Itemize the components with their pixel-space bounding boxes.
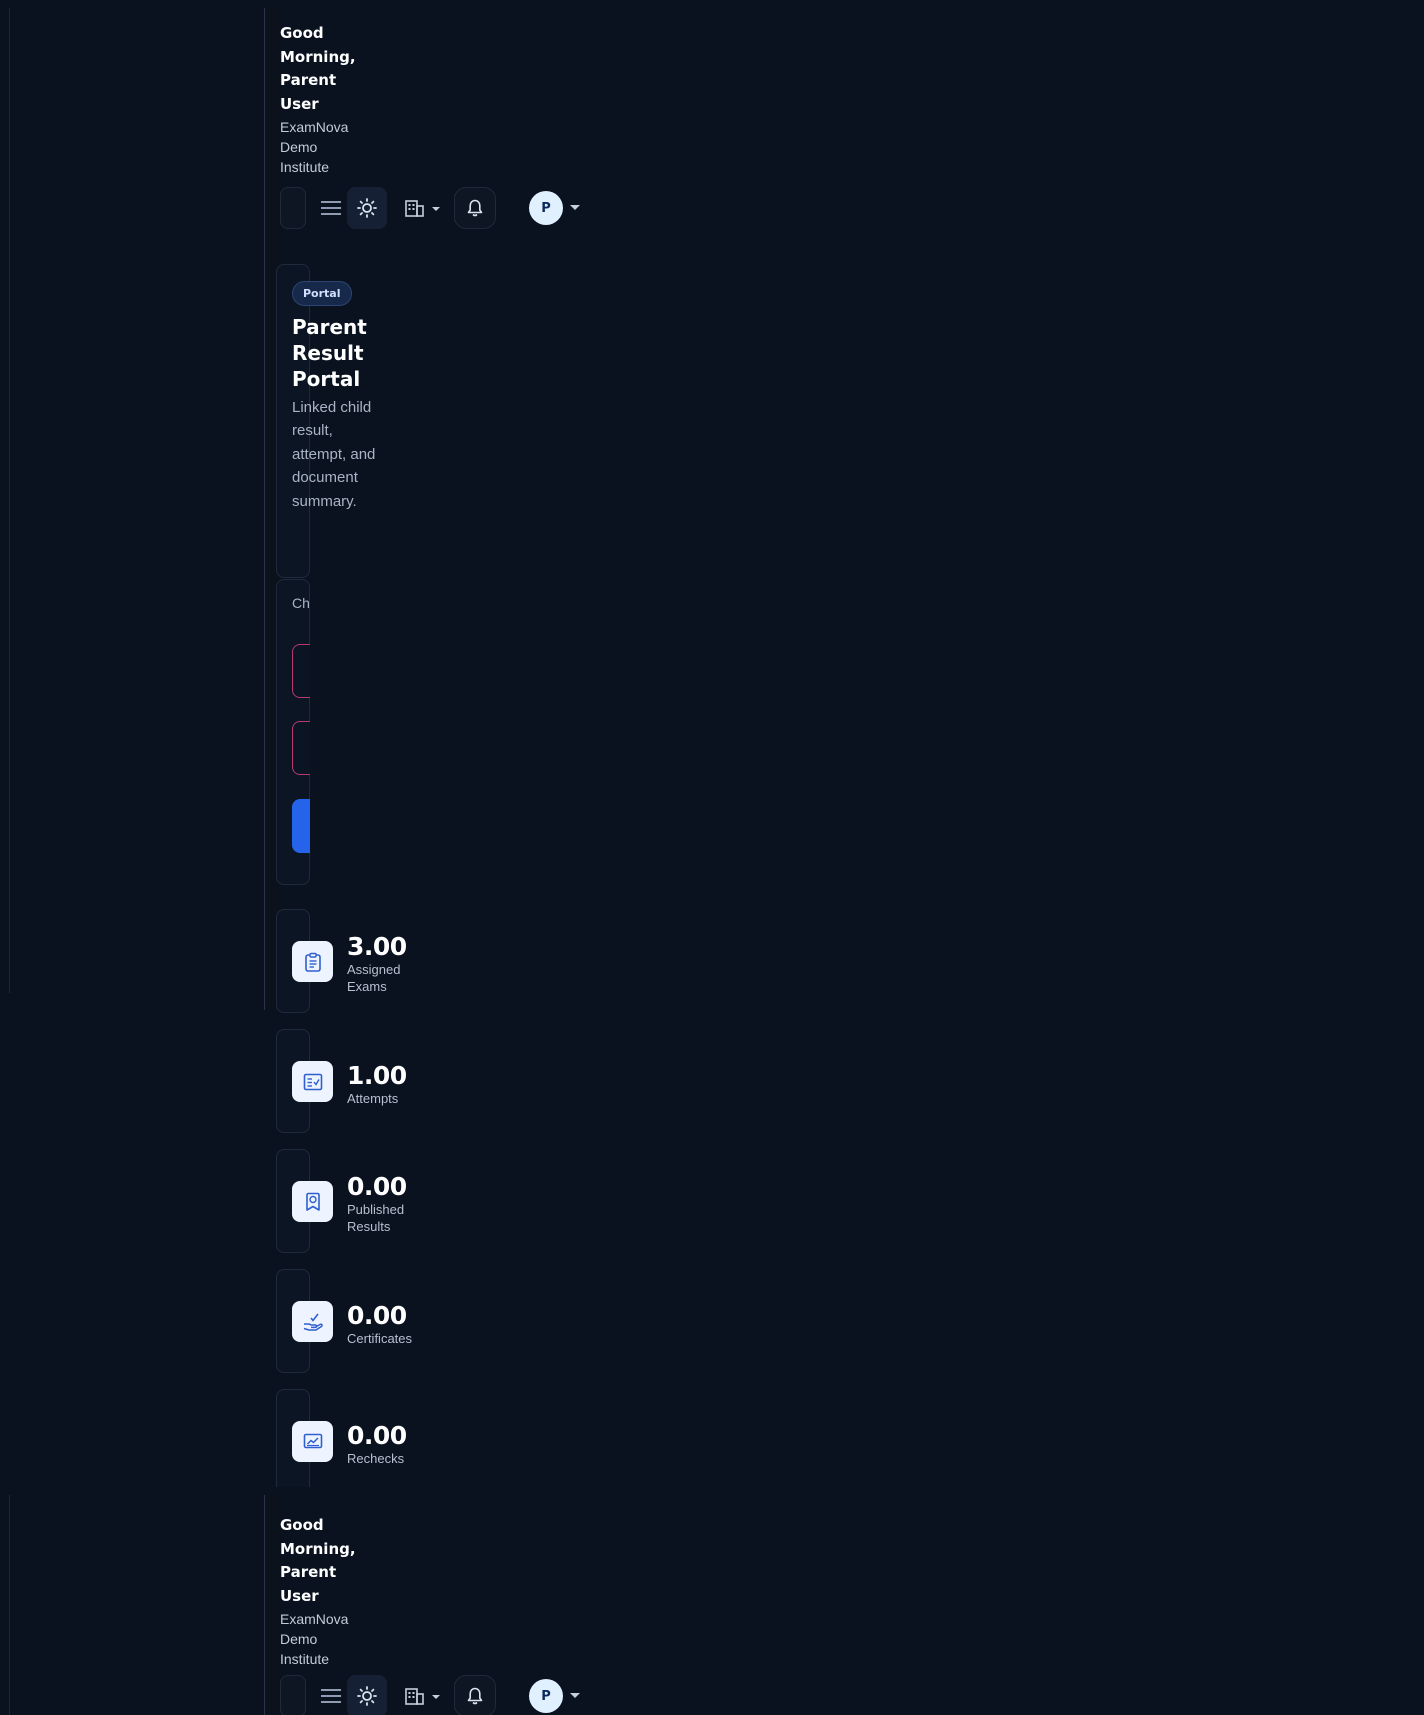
certificate-hand-icon: [292, 1301, 333, 1342]
repeated-header-section: Good Morning, Parent User ExamNova Demo …: [0, 1495, 1424, 1715]
bell-icon[interactable]: [454, 187, 496, 229]
stat-certificates: 0.00 Certificates: [347, 1302, 457, 1347]
stat-label: Attempts: [347, 1091, 399, 1106]
bell-icon[interactable]: [454, 1675, 496, 1715]
search-toggle-button[interactable]: [280, 1675, 306, 1715]
sidebar-edge: [9, 8, 10, 993]
child-switch-form: Child switch: [292, 594, 310, 854]
building-icon[interactable]: [400, 1675, 446, 1715]
stat-label: Certificates: [347, 1331, 413, 1346]
header-toolbar: P: [280, 1675, 620, 1715]
app-screen: Good Morning, Parent User ExamNova Demo …: [0, 0, 1424, 1715]
header-toolbar: P: [280, 187, 620, 229]
sun-icon[interactable]: [347, 187, 387, 229]
portal-card-content: Portal Parent Result Portal Linked child…: [292, 281, 402, 513]
stat-rechecks: 0.00 Rechecks: [347, 1422, 457, 1467]
portal-badge: Portal: [292, 281, 352, 306]
stat-value: 0.00: [347, 1172, 407, 1201]
stat-published-results: 0.00 Published Results: [347, 1173, 457, 1235]
recheck-chart-icon: [292, 1421, 333, 1462]
clipboard-icon: [292, 941, 333, 982]
child-switch-label: Child switch: [292, 595, 310, 611]
hamburger-menu-icon[interactable]: [318, 1675, 344, 1715]
avatar: P: [529, 191, 563, 225]
stat-value: 0.00: [347, 1421, 407, 1450]
user-avatar-button[interactable]: P: [528, 1675, 564, 1715]
caret-down-icon[interactable]: [568, 187, 582, 229]
stat-attempts: 1.00 Attempts: [347, 1062, 457, 1107]
building-icon[interactable]: [400, 187, 446, 229]
hamburger-menu-icon[interactable]: [318, 187, 344, 229]
stat-label: Rechecks: [347, 1451, 405, 1466]
sun-icon[interactable]: [347, 1675, 387, 1715]
header-shadow: [265, 1495, 279, 1715]
greeting-title: Good Morning, Parent User: [280, 24, 356, 113]
checklist-icon: [292, 1061, 333, 1102]
stat-assigned-exams: 3.00 Assigned Exams: [347, 933, 457, 995]
award-icon: [292, 1181, 333, 1222]
caret-down-icon: [432, 207, 440, 211]
caret-down-icon[interactable]: [568, 1675, 582, 1715]
stat-value: 1.00: [347, 1061, 407, 1090]
institute-name: ExamNova Demo Institute: [280, 119, 349, 175]
greeting-title: Good Morning, Parent User: [280, 1516, 356, 1605]
top-header: Good Morning, Parent User ExamNova Demo …: [280, 22, 620, 177]
institute-name: ExamNova Demo Institute: [280, 1611, 349, 1667]
stat-value: 3.00: [347, 932, 407, 961]
view-results-button[interactable]: [292, 799, 310, 853]
stat-value: 0.00: [347, 1301, 407, 1330]
child-select-field[interactable]: [292, 644, 310, 698]
avatar: P: [529, 1679, 563, 1713]
top-header: Good Morning, Parent User ExamNova Demo …: [280, 1514, 620, 1669]
search-toggle-button[interactable]: [280, 187, 306, 229]
sidebar-edge: [9, 1495, 10, 1715]
stat-label: Published Results: [347, 1202, 405, 1234]
stat-label: Assigned Exams: [347, 962, 401, 994]
user-avatar-button[interactable]: P: [528, 187, 564, 229]
exam-select-field[interactable]: [292, 721, 310, 775]
page-title: Parent Result Portal: [292, 315, 367, 391]
page-description: Linked child result, attempt, and docume…: [292, 399, 376, 510]
